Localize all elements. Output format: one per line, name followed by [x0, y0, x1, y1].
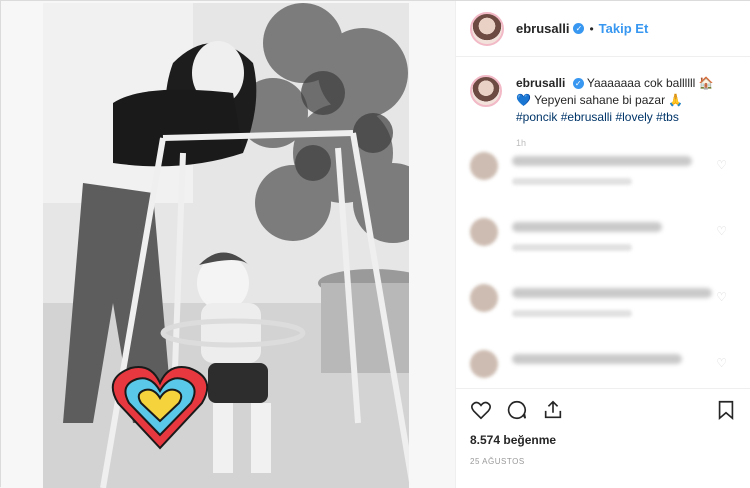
comment-like-icon[interactable]: ♡	[716, 224, 727, 238]
hashtag[interactable]: #ebrusalli	[561, 110, 612, 124]
header-username[interactable]: ebrusalli	[516, 21, 569, 36]
post-date: 25 AĞUSTOS	[470, 457, 525, 466]
photo-illustration	[43, 3, 409, 488]
comment-avatar[interactable]	[470, 218, 498, 246]
verified-badge-icon: ✓	[573, 23, 585, 34]
hashtag[interactable]: #tbs	[656, 110, 679, 124]
caption-text: ebrusalli ✓ Yaaaaaaa cok ballllll 🏠 💙 Ye…	[516, 75, 736, 126]
house-emoji-icon: 🏠	[698, 76, 714, 90]
verified-badge-icon: ✓	[572, 78, 584, 90]
blurred-comment-meta	[512, 244, 632, 251]
caption-time: 1h	[516, 138, 527, 148]
comments-list[interactable]: ebrusalli ✓ Yaaaaaaa cok ballllll 🏠 💙 Ye…	[456, 67, 750, 388]
comment-bubble-icon[interactable]	[506, 399, 528, 421]
post-header: ebrusalli ✓ • Takip Et	[456, 1, 750, 57]
comment-like-icon[interactable]: ♡	[716, 290, 727, 304]
post-photo[interactable]	[43, 3, 409, 488]
caption-avatar[interactable]	[470, 75, 502, 107]
avatar[interactable]	[470, 11, 504, 46]
heart-outline-icon[interactable]	[470, 399, 492, 421]
comment-body	[512, 214, 722, 280]
hashtag[interactable]: #lovely	[615, 110, 652, 124]
caption-line2: Yepyeni sahane bi pazar	[534, 93, 666, 107]
blurred-comment-text	[512, 354, 682, 364]
comment-row: ♡	[456, 214, 750, 280]
instagram-post: ebrusalli ✓ • Takip Et ebrusalli ✓ Yaaaa…	[0, 0, 750, 488]
caption: ebrusalli ✓ Yaaaaaaa cok ballllll 🏠 💙 Ye…	[456, 67, 750, 126]
hashtag[interactable]: #poncik	[516, 110, 557, 124]
praying-hands-icon: 🙏	[668, 93, 684, 107]
comment-avatar[interactable]	[470, 152, 498, 180]
caption-line1: Yaaaaaaa cok ballllll	[586, 76, 696, 90]
comment-avatar[interactable]	[470, 284, 498, 312]
post-sidebar: ebrusalli ✓ • Takip Et ebrusalli ✓ Yaaaa…	[455, 1, 750, 488]
blurred-comment-text	[512, 288, 712, 298]
comment-like-icon[interactable]: ♡	[716, 356, 727, 370]
comment-row: ♡	[456, 148, 750, 214]
bookmark-icon[interactable]	[715, 399, 737, 421]
share-upload-icon[interactable]	[542, 399, 564, 421]
comment-like-icon[interactable]: ♡	[716, 158, 727, 172]
follow-button[interactable]: Takip Et	[599, 21, 649, 36]
caption-username[interactable]: ebrusalli	[516, 76, 565, 90]
separator-dot: •	[589, 21, 594, 36]
comment-body	[512, 346, 722, 388]
blue-heart-icon: 💙	[516, 93, 531, 107]
comment-row: ♡	[456, 346, 750, 388]
blurred-comment-meta	[512, 310, 632, 317]
blurred-comment-text	[512, 156, 692, 166]
action-icons	[470, 391, 737, 429]
photo-area	[1, 1, 455, 488]
likes-count[interactable]: 8.574 beğenme	[470, 433, 737, 447]
comment-row: ♡	[456, 280, 750, 346]
blurred-comment-meta	[512, 178, 632, 185]
comment-avatar[interactable]	[470, 350, 498, 378]
action-bar: 8.574 beğenme 25 AĞUSTOS	[456, 388, 750, 488]
comment-body	[512, 280, 722, 346]
blurred-comment-text	[512, 222, 662, 232]
comment-body	[512, 148, 722, 214]
